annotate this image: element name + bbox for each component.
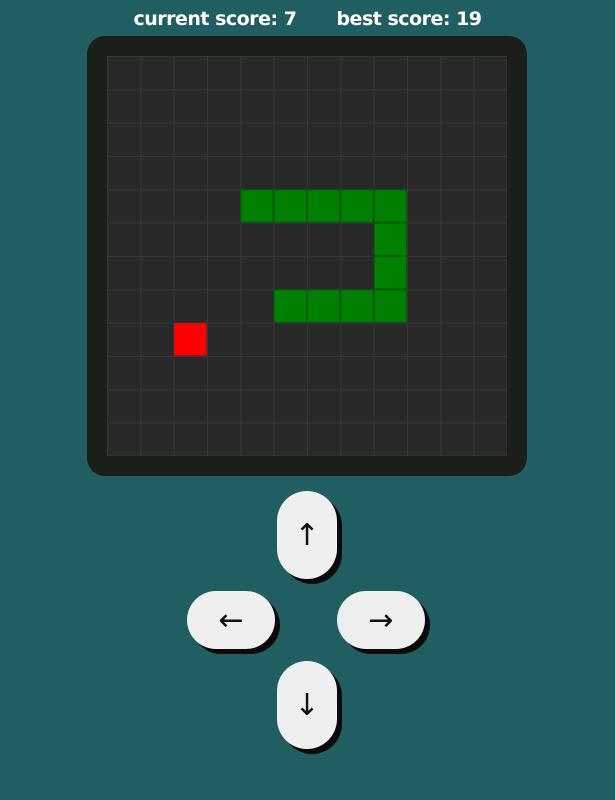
best-score: best score: 19 [336, 8, 482, 30]
best-score-value: 19 [456, 8, 482, 30]
current-score-value: 7 [283, 8, 297, 30]
current-score: current score: 7 [133, 8, 296, 30]
arrow-left-icon: ← [218, 602, 244, 638]
snake-segment [373, 289, 407, 323]
right-button[interactable]: → [337, 591, 425, 649]
arrow-down-icon: ↓ [294, 687, 320, 723]
game-board-canvas [107, 56, 507, 456]
snake-segment [307, 289, 341, 323]
snake-segment [373, 222, 407, 257]
arrow-right-icon: → [368, 602, 394, 638]
snake-segment [340, 189, 374, 223]
best-score-label: best score: [336, 8, 450, 30]
snake-segment [373, 256, 407, 290]
food-apple [174, 323, 207, 356]
snake-segment [340, 289, 374, 323]
score-bar: current score: 7 best score: 19 [0, 4, 615, 34]
snake-segment [273, 189, 308, 223]
game-board[interactable] [107, 56, 507, 456]
current-score-label: current score: [133, 8, 278, 30]
up-button[interactable]: ↑ [277, 491, 337, 579]
snake-segment [273, 289, 308, 323]
snake-segment [373, 189, 407, 223]
left-button[interactable]: ← [187, 591, 275, 649]
snake-segment [307, 189, 341, 223]
snake-head [240, 189, 274, 223]
down-button[interactable]: ↓ [277, 661, 337, 749]
arrow-up-icon: ↑ [294, 517, 320, 553]
